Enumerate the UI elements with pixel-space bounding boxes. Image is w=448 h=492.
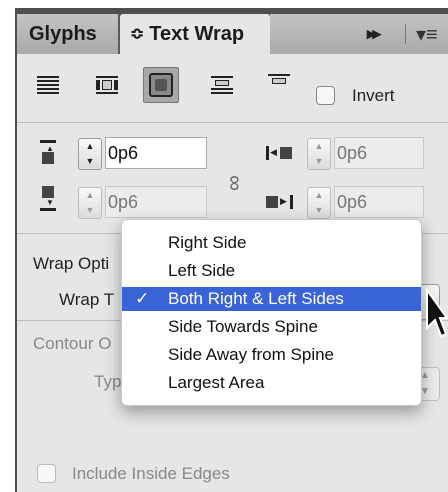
menu-item-label: Side Towards Spine: [168, 317, 318, 336]
invert-label: Invert: [352, 86, 395, 105]
stepper-up-icon: ▲: [85, 190, 95, 200]
fast-forward-icon[interactable]: ▸▸: [367, 24, 381, 44]
tab-arrows-icon: ≎: [130, 24, 145, 43]
top-offset-stepper[interactable]: ▲ ▼: [78, 138, 102, 170]
wrap-around-object-shape-icon[interactable]: [143, 67, 179, 103]
wrap-to-menu: Right Side Left Side ✓ Both Right & Left …: [121, 219, 422, 406]
tab-text-wrap-label: Text Wrap: [149, 22, 245, 45]
include-inside-edges-label: Include Inside Edges: [72, 464, 230, 483]
left-offset-field[interactable]: 0p6: [334, 137, 424, 169]
stepper-down-icon: ▼: [314, 205, 324, 215]
tab-glyphs-label: Glyphs: [29, 22, 97, 45]
top-offset-value: 0p6: [108, 142, 139, 163]
bottom-offset-field[interactable]: 0p6: [105, 186, 207, 218]
left-offset-stepper[interactable]: ▲ ▼: [307, 138, 331, 170]
include-inside-edges-checkbox[interactable]: [37, 464, 56, 483]
panel-menu-icon[interactable]: ▾≡: [416, 22, 438, 47]
tab-glyphs[interactable]: Glyphs: [17, 14, 118, 54]
checkmark-icon: ✓: [135, 289, 150, 308]
menu-item-label: Largest Area: [168, 373, 265, 392]
stepper-down-icon: ▼: [85, 205, 95, 215]
toolbar-divider: [405, 24, 406, 44]
menu-item-label: Both Right & Left Sides: [168, 289, 344, 308]
menu-item-largest-area[interactable]: Largest Area: [122, 371, 421, 395]
tab-text-wrap[interactable]: ≎ Text Wrap: [120, 14, 270, 54]
stepper-down-icon: ▼: [314, 156, 324, 166]
bottom-offset-value: 0p6: [108, 191, 139, 212]
divider: [17, 122, 448, 123]
stepper-up-icon: ▲: [85, 141, 95, 151]
menu-item-towards-spine[interactable]: Side Towards Spine: [122, 315, 421, 339]
jump-object-icon[interactable]: [207, 70, 237, 100]
bottom-offset-icon: ▼: [40, 186, 56, 212]
no-text-wrap-icon[interactable]: [33, 70, 63, 100]
menu-item-right-side[interactable]: Right Side: [122, 231, 421, 255]
menu-item-away-from-spine[interactable]: Side Away from Spine: [122, 343, 421, 367]
wrap-to-label: Wrap T: [59, 290, 115, 309]
contour-options-label: Contour O: [33, 334, 112, 353]
left-offset-value: 0p6: [337, 142, 368, 163]
contour-type-label: Typ: [94, 372, 122, 391]
top-offset-icon: ▲: [40, 140, 56, 166]
mouse-cursor-icon: [426, 288, 448, 338]
right-offset-icon: ▶: [266, 195, 296, 209]
right-offset-field[interactable]: 0p6: [334, 186, 424, 218]
stepper-up-icon: ▲: [314, 190, 324, 200]
wrap-options-label: Wrap Opti: [33, 254, 110, 273]
menu-item-both-sides[interactable]: ✓ Both Right & Left Sides: [122, 287, 421, 311]
left-offset-icon: ◀: [266, 146, 296, 160]
stepper-down-icon: ▼: [85, 156, 95, 166]
jump-to-next-column-icon[interactable]: [264, 70, 294, 100]
menu-item-label: Right Side: [168, 233, 247, 252]
link-chain-icon[interactable]: ∞: [222, 175, 248, 191]
invert-checkbox[interactable]: [316, 86, 335, 105]
top-offset-field[interactable]: 0p6: [105, 137, 207, 169]
wrap-around-bounding-box-icon[interactable]: [92, 70, 122, 100]
menu-item-label: Left Side: [168, 261, 236, 280]
menu-item-label: Side Away from Spine: [168, 345, 334, 364]
right-offset-stepper[interactable]: ▲ ▼: [307, 187, 331, 219]
bottom-offset-stepper[interactable]: ▲ ▼: [78, 187, 102, 219]
right-offset-value: 0p6: [337, 191, 368, 212]
stepper-up-icon: ▲: [314, 141, 324, 151]
menu-item-left-side[interactable]: Left Side: [122, 259, 421, 283]
